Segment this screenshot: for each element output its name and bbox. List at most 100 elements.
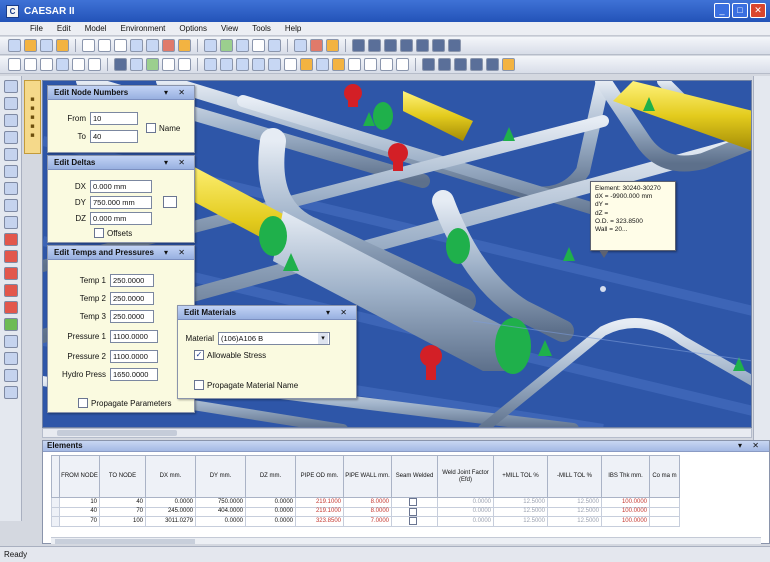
undo-icon[interactable]: [130, 39, 143, 52]
expansion-joint-icon[interactable]: [4, 114, 18, 127]
cell-seam-welded[interactable]: [391, 516, 438, 527]
column-header[interactable]: DX mm.: [145, 455, 196, 498]
offsets-checkbox[interactable]: [94, 228, 104, 238]
cell-pipe-od[interactable]: 323.8500: [295, 516, 344, 527]
cell-seam-welded[interactable]: [391, 506, 438, 518]
cell-plus-mill-tol[interactable]: 12.5000: [493, 516, 548, 527]
cell-extra[interactable]: [649, 497, 680, 508]
column-header[interactable]: IBS Thk mm.: [601, 455, 650, 498]
maximize-button[interactable]: □: [732, 3, 748, 18]
highlight-icon[interactable]: [300, 58, 313, 71]
uniform-load-icon[interactable]: [4, 250, 18, 263]
loads-icon[interactable]: [4, 352, 18, 365]
cell-dy[interactable]: 0.0000: [195, 516, 246, 527]
cell-dz[interactable]: 0.0000: [245, 506, 296, 518]
hydro-pressure-input[interactable]: 1650.0000: [110, 368, 158, 381]
allowables-icon[interactable]: [4, 301, 18, 314]
panel-pin-close-icon[interactable]: ▾ ✕: [164, 246, 189, 259]
panel-pin-close-icon[interactable]: ▾ ✕: [326, 306, 351, 319]
cell-from-node[interactable]: 70: [59, 516, 100, 527]
list-icon[interactable]: [268, 39, 281, 52]
sif-tee-icon[interactable]: [4, 148, 18, 161]
viewport-horizontal-scrollbar[interactable]: [42, 428, 752, 438]
print-icon[interactable]: [56, 39, 69, 52]
pressure2-input[interactable]: 1100.0000: [110, 350, 158, 363]
anchors-icon[interactable]: [162, 58, 175, 71]
cell-extra[interactable]: [649, 506, 680, 518]
menu-view[interactable]: View: [221, 24, 238, 33]
wind-icon[interactable]: [4, 267, 18, 280]
hanger-icon[interactable]: [4, 182, 18, 195]
zoom-extents-icon[interactable]: [24, 58, 37, 71]
cell-dz[interactable]: 0.0000: [245, 497, 296, 508]
panel-pin-close-icon[interactable]: ▾ ✕: [738, 441, 763, 451]
equipment-icon[interactable]: [4, 335, 18, 348]
column-header[interactable]: FROM NODE: [59, 455, 100, 498]
view-iso-icon[interactable]: [448, 39, 461, 52]
node-numbers-icon[interactable]: [130, 58, 143, 71]
view-left-icon[interactable]: [416, 39, 429, 52]
view-front-icon[interactable]: [352, 39, 365, 52]
view-back-icon[interactable]: [368, 39, 381, 52]
break-icon[interactable]: [204, 39, 217, 52]
redo-icon[interactable]: [146, 39, 159, 52]
menu-help[interactable]: Help: [285, 24, 301, 33]
annotation-icon[interactable]: [332, 58, 345, 71]
view-bottom-icon[interactable]: [400, 39, 413, 52]
cut-icon[interactable]: [82, 39, 95, 52]
cell-to-node[interactable]: 100: [99, 516, 146, 527]
move-icon[interactable]: [268, 58, 281, 71]
offsets-icon[interactable]: [4, 284, 18, 297]
cell-dx[interactable]: 245.0000: [145, 506, 196, 518]
column-header[interactable]: Seam Welded: [391, 455, 438, 498]
seam-welded-checkbox[interactable]: [409, 517, 417, 526]
nozzle-icon[interactable]: [4, 199, 18, 212]
dx-input[interactable]: 0.000 mm: [90, 180, 152, 193]
restraint-icon[interactable]: [4, 165, 18, 178]
select-icon[interactable]: [220, 58, 233, 71]
cell-minus-mill-tol[interactable]: 12.5000: [547, 497, 602, 508]
chevron-down-icon[interactable]: ▾: [318, 333, 328, 344]
cell-dx[interactable]: 3011.0279: [145, 516, 196, 527]
zoom-window-icon[interactable]: [8, 58, 21, 71]
to-node-input[interactable]: 40: [90, 130, 138, 143]
material-select[interactable]: (106)A106 B ▾: [218, 332, 330, 345]
cell-to-node[interactable]: 40: [99, 497, 146, 508]
restraints-icon[interactable]: [146, 58, 159, 71]
cell-from-node[interactable]: 10: [59, 497, 100, 508]
cell-dy[interactable]: 750.0000: [195, 497, 246, 508]
cell-dy[interactable]: 404.0000: [195, 506, 246, 518]
error-check-icon[interactable]: [294, 39, 307, 52]
cell-pipe-wall[interactable]: 8.0000: [343, 497, 392, 508]
insert-element-icon[interactable]: [178, 39, 191, 52]
nodes-icon[interactable]: [4, 386, 18, 399]
bend-icon[interactable]: [4, 80, 18, 93]
save-icon[interactable]: [40, 39, 53, 52]
cell-ibs-thk[interactable]: 100.0000: [601, 497, 650, 508]
row-index[interactable]: [51, 516, 60, 527]
column-header[interactable]: +MILL TOL %: [493, 455, 548, 498]
wall-thickness-icon[interactable]: [364, 58, 377, 71]
row-index[interactable]: [51, 506, 60, 518]
cell-pipe-od[interactable]: 219.1000: [295, 506, 344, 518]
find-icon[interactable]: [252, 39, 265, 52]
seam-welded-checkbox[interactable]: [409, 507, 417, 516]
cell-pipe-wall[interactable]: 7.0000: [343, 516, 392, 527]
reset-view-icon[interactable]: [204, 58, 217, 71]
pressure1-input[interactable]: 1100.0000: [110, 330, 158, 343]
column-header[interactable]: DY mm.: [195, 455, 246, 498]
cell-seam-welded[interactable]: [391, 497, 438, 508]
volume-icon[interactable]: [88, 58, 101, 71]
menu-model[interactable]: Model: [85, 24, 107, 33]
cell-dx[interactable]: 0.0000: [145, 497, 196, 508]
scrollbar-thumb[interactable]: [55, 539, 195, 544]
elements-horizontal-scrollbar[interactable]: [51, 537, 761, 544]
run-analysis-icon[interactable]: [310, 39, 323, 52]
delete-icon[interactable]: [162, 39, 175, 52]
pan-icon[interactable]: [40, 58, 53, 71]
scrollbar-thumb[interactable]: [57, 430, 177, 436]
seam-welded-checkbox[interactable]: [409, 498, 417, 506]
temperatures-icon[interactable]: [380, 58, 393, 71]
cell-ibs-thk[interactable]: 100.0000: [601, 506, 650, 518]
cell-pipe-od[interactable]: 219.1000: [295, 497, 344, 508]
